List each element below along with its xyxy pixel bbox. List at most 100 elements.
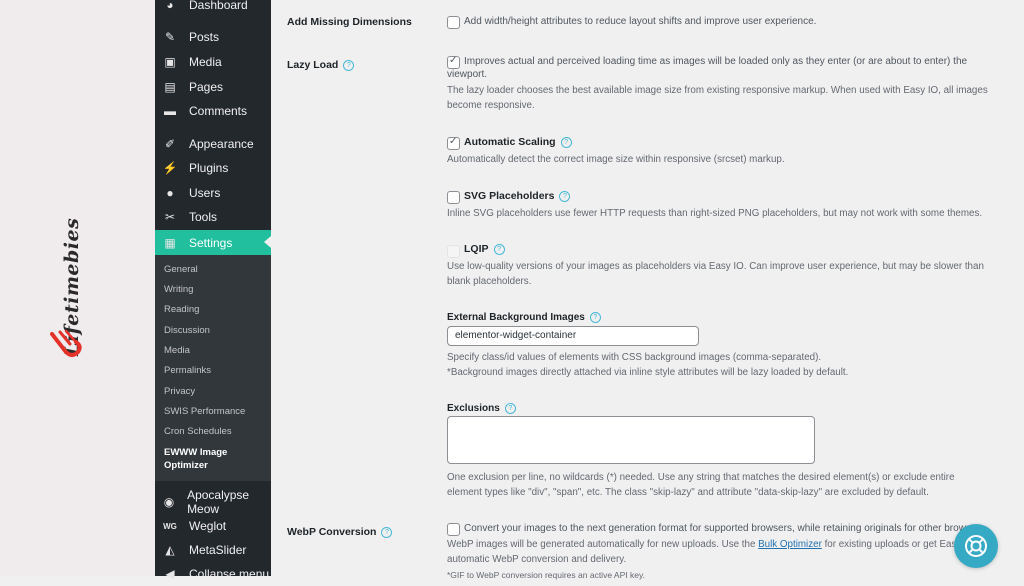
lazy-load-label: Lazy Load ? (287, 59, 355, 71)
help-icon[interactable]: ? (343, 59, 355, 71)
lqip-checkbox[interactable] (447, 245, 460, 258)
sidebar-item-label: Tools (189, 210, 218, 224)
sidebar-item-dashboard[interactable]: ◕ Dashboard (155, 0, 271, 17)
row-label-text: WebP Conversion (287, 526, 377, 538)
submenu-item-label-line1: EWWW Image (164, 447, 228, 458)
sidebar-item-tools[interactable]: ✂ Tools (155, 205, 271, 229)
lazy-load-text-cont: viewport. (447, 69, 488, 80)
bulk-optimizer-link[interactable]: Bulk Optimizer (758, 539, 822, 550)
lqip-label: LQIP ? (464, 243, 505, 255)
sidebar-item-label: Users (189, 186, 221, 200)
brush-icon: ✐ (164, 137, 176, 151)
option-label-text: SVG Placeholders (464, 190, 555, 202)
brand-logo: Lifetimebies (40, 218, 100, 370)
sidebar-item-label: Apocalypse Meow (187, 488, 250, 516)
sidebar-item-label: Collapse menu (189, 567, 270, 581)
external-bg-input[interactable]: elementor-widget-container (447, 326, 699, 346)
external-bg-label: External Background Images ? (447, 312, 601, 323)
left-gutter: Lifetimebies (0, 0, 155, 576)
submenu-item-cron-schedules[interactable]: Cron Schedules (164, 426, 232, 437)
sidebar-item-apocalypse-meow[interactable]: ◉ Apocalypse Meow (155, 488, 271, 516)
lqip-desc-line1: Use low-quality versions of your images … (447, 261, 984, 272)
pages-icon: ▤ (164, 80, 176, 94)
svg-placeholders-label: SVG Placeholders ? (464, 190, 571, 202)
row-label-text: Add Missing Dimensions (287, 16, 412, 28)
dashboard-icon: ◕ (166, 0, 174, 12)
sidebar-item-weglot[interactable]: WG Weglot (155, 514, 271, 538)
external-bg-desc-line2: *Background images directly attached via… (447, 367, 849, 378)
admin-sidebar: ◕ Dashboard ✎ Posts ▣ Media ▤ Pages ▬ Co… (155, 0, 271, 581)
automatic-scaling-checkbox[interactable] (447, 136, 460, 150)
submenu-item-label-line2: Optimizer (164, 460, 208, 471)
weglot-icon: WG (163, 521, 177, 531)
webp-conversion-text: Convert your images to the next generati… (464, 523, 988, 534)
submenu-item-privacy[interactable]: Privacy (164, 386, 195, 397)
help-beacon-button[interactable] (954, 524, 998, 568)
automatic-scaling-desc: Automatically detect the correct image s… (447, 154, 785, 165)
sidebar-item-label: Comments (189, 104, 248, 118)
submenu-item-writing[interactable]: Writing (164, 284, 193, 295)
sidebar-item-label: MetaSlider (189, 543, 247, 557)
sidebar-item-appearance[interactable]: ✐ Appearance (155, 132, 271, 156)
lazy-load-desc-line2: become responsive. (447, 100, 535, 111)
webp-conversion-label: WebP Conversion ? (287, 526, 393, 538)
sidebar-item-settings[interactable]: ▦ Settings (155, 230, 271, 255)
cat-icon: ◉ (163, 495, 175, 509)
sidebar-item-plugins[interactable]: ⚡ Plugins (155, 156, 271, 180)
sidebar-item-media[interactable]: ▣ Media (155, 50, 271, 74)
option-label-text: External Background Images (447, 312, 585, 323)
help-icon[interactable]: ? (381, 526, 393, 538)
exclusions-desc-line1: One exclusion per line, no wildcards (*)… (447, 472, 955, 483)
submenu-item-media[interactable]: Media (164, 345, 190, 356)
sidebar-item-metaslider[interactable]: ◭ MetaSlider (155, 538, 271, 562)
submenu-item-permalinks[interactable]: Permalinks (164, 365, 211, 376)
help-icon[interactable]: ? (504, 403, 516, 414)
sidebar-item-pages[interactable]: ▤ Pages (155, 75, 271, 99)
sidebar-item-label: Posts (189, 30, 220, 44)
metaslider-icon: ◭ (165, 543, 175, 557)
settings-submenu: General Writing Reading Discussion Media… (155, 255, 271, 481)
webp-conversion-checkbox[interactable] (447, 523, 460, 536)
lqip-desc-line2: blank placeholders. (447, 276, 532, 287)
external-bg-desc-line1: Specify class/id values of elements with… (447, 352, 822, 363)
help-icon[interactable]: ? (560, 136, 572, 148)
svg-placeholders-checkbox[interactable] (447, 191, 460, 204)
exclusions-label: Exclusions ? (447, 403, 516, 414)
submenu-item-ewww-image-optimizer[interactable]: EWWW Image Optimizer (164, 446, 227, 472)
exclusions-desc-line2: element types like "div", "span", etc. T… (447, 487, 929, 498)
sidebar-item-users[interactable]: ● Users (155, 181, 271, 205)
media-icon: ▣ (164, 55, 176, 69)
pin-icon: ✎ (164, 30, 176, 44)
add-missing-dimensions-text: Add width/height attributes to reduce la… (464, 16, 817, 27)
svg-placeholders-desc: Inline SVG placeholders use fewer HTTP r… (447, 208, 983, 219)
plug-icon: ⚡ (162, 161, 178, 175)
sidebar-item-comments[interactable]: ▬ Comments (155, 99, 271, 123)
submenu-item-general[interactable]: General (164, 264, 198, 275)
sidebar-item-posts[interactable]: ✎ Posts (155, 25, 271, 49)
option-label-text: Automatic Scaling (464, 136, 556, 148)
sidebar-item-label: Appearance (189, 137, 254, 151)
brand-logo-mark-icon (50, 330, 82, 357)
help-icon[interactable]: ? (559, 190, 571, 202)
add-missing-dimensions-label: Add Missing Dimensions (287, 16, 412, 28)
sidebar-item-label: Weglot (189, 519, 227, 533)
submenu-item-reading[interactable]: Reading (164, 304, 199, 315)
help-icon[interactable]: ? (493, 243, 505, 255)
automatic-scaling-label: Automatic Scaling ? (464, 136, 572, 148)
submenu-item-discussion[interactable]: Discussion (164, 325, 210, 336)
sidebar-item-label: Dashboard (189, 0, 248, 12)
lazy-load-text: Improves actual and perceived loading ti… (464, 56, 968, 67)
lazy-load-desc-line1: The lazy loader chooses the best availab… (447, 85, 988, 96)
user-icon: ● (166, 186, 174, 200)
collapse-menu-button[interactable]: ◀ Collapse menu (155, 562, 271, 586)
help-icon[interactable]: ? (589, 312, 601, 323)
submenu-item-swis-performance[interactable]: SWIS Performance (164, 406, 245, 417)
sidebar-item-label: Media (189, 55, 222, 69)
wrench-icon: ✂ (164, 210, 176, 224)
webp-desc-line2: automatic WebP conversion and delivery. (447, 554, 627, 565)
row-label-text: Lazy Load (287, 59, 339, 71)
option-label-text: Exclusions (447, 403, 500, 414)
exclusions-textarea[interactable] (447, 416, 815, 464)
add-missing-dimensions-checkbox[interactable] (447, 16, 460, 29)
lifebuoy-icon (965, 535, 987, 557)
